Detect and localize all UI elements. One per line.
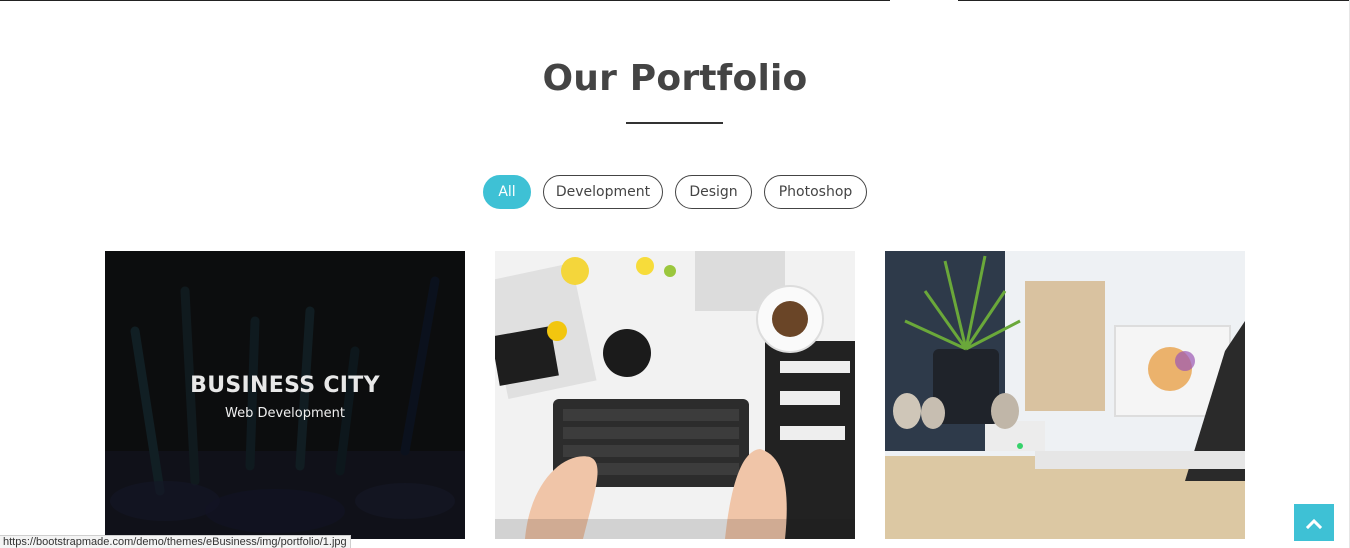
page: Our Portfolio All Development Design Pho…	[0, 0, 1350, 548]
keyboard-desk-image	[495, 251, 855, 539]
filter-all[interactable]: All	[483, 175, 531, 209]
chevron-up-icon	[1306, 518, 1322, 529]
section-title: Our Portfolio	[542, 58, 808, 99]
header-border-left	[0, 0, 890, 1]
portfolio-item-business-city[interactable]: BUSINESS CITY Web Development	[105, 251, 465, 539]
filter-development[interactable]: Development	[543, 175, 663, 209]
filter-design[interactable]: Design	[675, 175, 752, 209]
header-border-right	[958, 0, 1350, 1]
item-title: BUSINESS CITY	[190, 373, 380, 398]
item-hover-overlay: BUSINESS CITY Web Development	[105, 251, 465, 539]
title-underline	[626, 122, 723, 124]
plant-laptop-image	[885, 251, 1245, 539]
portfolio-grid: BUSINESS CITY Web Development	[105, 251, 1245, 539]
link-status-bar: https://bootstrapmade.com/demo/themes/eB…	[0, 535, 351, 548]
portfolio-item-3[interactable]	[885, 251, 1245, 539]
portfolio-filters: All Development Design Photoshop	[0, 175, 1350, 209]
back-to-top-button[interactable]	[1294, 504, 1334, 541]
portfolio-item-2[interactable]	[495, 251, 855, 539]
filter-photoshop[interactable]: Photoshop	[764, 175, 867, 209]
item-category: Web Development	[225, 406, 345, 421]
